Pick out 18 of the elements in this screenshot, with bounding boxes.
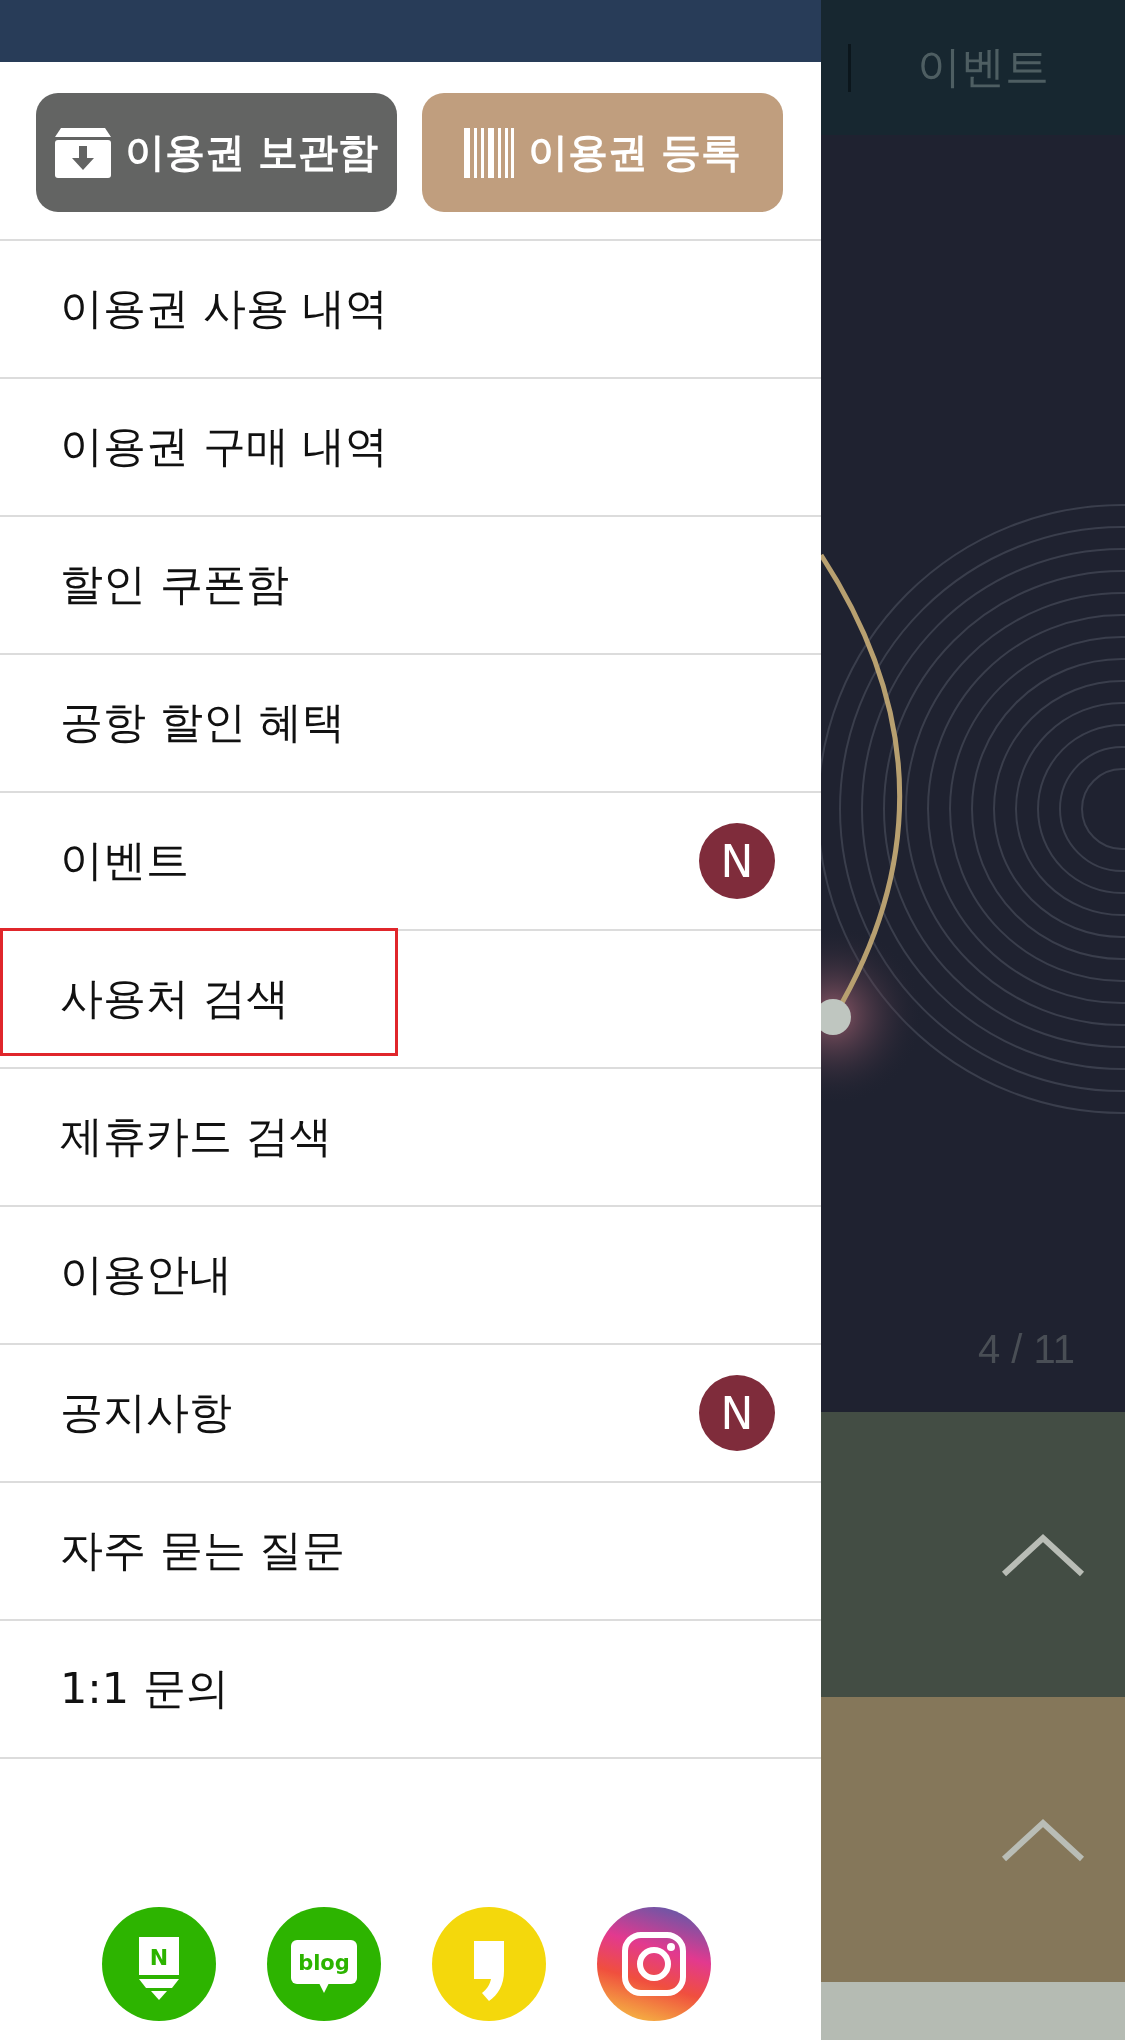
camera-icon[interactable] — [597, 1907, 711, 2021]
barcode-icon — [463, 127, 514, 178]
ticket-storage-button[interactable]: 이용권 보관함 — [36, 93, 397, 212]
menu-item[interactable]: 할인 쿠폰함 — [60, 556, 289, 614]
menu-item[interactable]: 사용처 검색 — [60, 970, 289, 1028]
new-badge: N — [699, 1375, 775, 1451]
menu-item[interactable]: 제휴카드 검색 — [60, 1108, 332, 1166]
chevron-up-icon[interactable] — [1001, 1532, 1085, 1577]
menu-item[interactable]: 자주 묻는 질문 — [60, 1522, 346, 1580]
menu-item[interactable]: 이용권 사용 내역 — [60, 280, 389, 338]
menu-item[interactable]: 1:1 문의 — [60, 1660, 229, 1718]
new-badge: N — [699, 823, 775, 899]
menu-item[interactable]: 공항 할인 혜택 — [60, 694, 346, 752]
box-icon — [54, 127, 111, 178]
menu-item[interactable]: 이용권 구매 내역 — [60, 418, 389, 476]
menu-item[interactable]: 이벤트 — [60, 832, 189, 890]
menu-item[interactable]: 공지사항 — [60, 1384, 232, 1442]
menu-item[interactable]: 이용안내 — [60, 1246, 232, 1304]
